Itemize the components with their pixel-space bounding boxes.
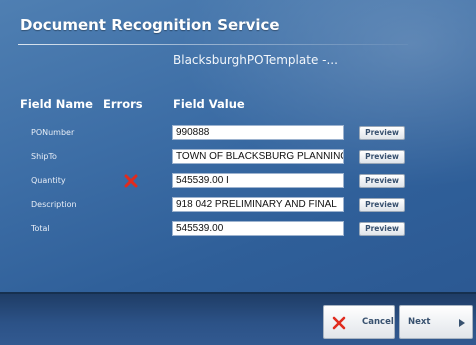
next-label: Next <box>408 317 431 327</box>
field-value-ponumber[interactable]: 990888 <box>172 125 344 140</box>
field-label-description: Description <box>31 200 77 209</box>
error-x-icon <box>124 174 138 188</box>
preview-button-description[interactable]: Preview <box>359 198 405 212</box>
field-value-shipto[interactable]: TOWN OF BLACKSBURG PLANNING <box>172 149 344 164</box>
preview-button-quantity[interactable]: Preview <box>359 174 405 188</box>
field-label-ponumber: PONumber <box>31 128 75 137</box>
cancel-button[interactable]: Cancel <box>323 305 395 339</box>
preview-button-ponumber[interactable]: Preview <box>359 126 405 140</box>
column-header-errors: Errors <box>103 97 143 111</box>
field-value-quantity[interactable]: 545539.00 I <box>172 173 344 188</box>
field-label-shipto: ShipTo <box>31 152 57 161</box>
app-window: Document Recognition Service Blacksburgh… <box>0 0 476 345</box>
window-title: Document Recognition Service <box>20 16 280 34</box>
column-header-field-name: Field Name <box>20 97 93 111</box>
cancel-label: Cancel <box>362 317 394 327</box>
field-value-total[interactable]: 545539.00 <box>172 221 344 236</box>
preview-button-shipto[interactable]: Preview <box>359 150 405 164</box>
title-divider <box>18 44 408 45</box>
preview-button-total[interactable]: Preview <box>359 222 405 236</box>
field-label-quantity: Quantity <box>31 176 66 185</box>
x-icon <box>332 316 346 330</box>
template-name: BlacksburghPOTemplate -... <box>173 53 338 67</box>
arrow-right-icon <box>459 319 465 327</box>
next-button[interactable]: Next <box>399 305 473 339</box>
column-header-field-value: Field Value <box>173 97 245 111</box>
field-value-description[interactable]: 918 042 PRELIMINARY AND FINAL <box>172 197 344 212</box>
field-label-total: Total <box>31 224 50 233</box>
